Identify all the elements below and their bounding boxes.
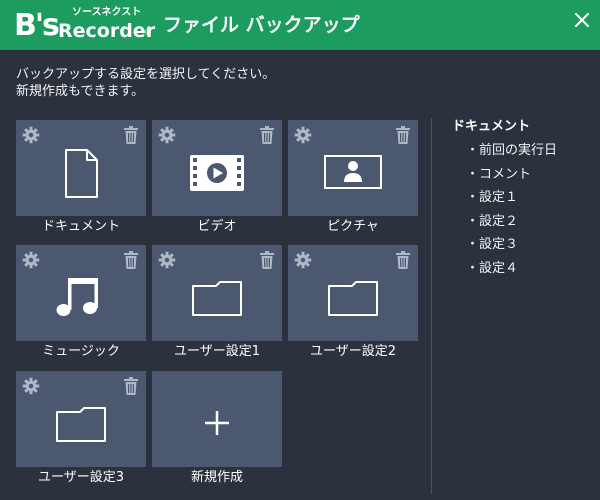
tile-user-setting-2: ユーザー設定2 — [288, 245, 420, 365]
app-logo: B's ソースネクスト Recorder ® — [14, 6, 156, 46]
detail-list: ・前回の実行日 ・コメント ・設定１ ・設定２ ・設定３ ・設定４ — [466, 142, 557, 284]
document-icon — [65, 149, 98, 198]
instructions-line-1: バックアップする設定を選択してください。 — [16, 67, 276, 82]
tile-picture: ピクチャ — [288, 120, 420, 240]
tile-music: ミュージック — [16, 245, 148, 365]
detail-item: ・設定３ — [466, 237, 519, 253]
detail-item: ・設定４ — [466, 260, 519, 276]
close-icon — [575, 13, 589, 27]
tile-music-button[interactable] — [16, 245, 146, 341]
tile-picture-button[interactable] — [288, 120, 418, 216]
tile-label: ドキュメント — [41, 219, 120, 234]
detail-item: ・コメント — [466, 166, 532, 182]
logo-product-name: Recorder — [58, 20, 156, 42]
tile-user-setting-3: ユーザー設定3 — [16, 371, 148, 491]
tile-user-setting-3-button[interactable] — [16, 371, 146, 467]
detail-item: ・設定１ — [466, 190, 519, 206]
tile-label: ユーザー設定2 — [309, 344, 396, 359]
logo-company: ソースネクスト — [72, 7, 142, 18]
tile-label: ビデオ — [197, 219, 237, 234]
folder-icon — [328, 281, 378, 316]
logo-registered-mark: ® — [144, 28, 152, 37]
new-setting-button[interactable] — [152, 371, 282, 467]
music-icon — [56, 278, 98, 316]
folder-icon — [56, 407, 106, 442]
tile-document: ドキュメント — [16, 120, 148, 240]
instructions-line-2: 新規作成もできます。 — [16, 84, 145, 99]
tile-video-button[interactable] — [152, 120, 282, 216]
picture-icon — [324, 155, 382, 189]
tile-user-setting-2-button[interactable] — [288, 245, 418, 341]
close-button[interactable] — [570, 8, 594, 32]
detail-item: ・設定２ — [466, 213, 519, 229]
instructions-text: バックアップする設定を選択してください。 新規作成もできます。 — [16, 66, 275, 100]
folder-icon — [192, 281, 242, 316]
tile-label: ピクチャ — [327, 219, 379, 234]
window-title: ファイル バックアップ — [163, 14, 360, 36]
plus-icon — [205, 411, 229, 435]
tile-user-setting-1: ユーザー設定1 — [152, 245, 284, 365]
video-icon — [190, 155, 244, 191]
detail-item: ・前回の実行日 — [466, 143, 558, 158]
title-bar: B's ソースネクスト Recorder ® ファイル バックアップ — [0, 0, 600, 50]
panel-divider — [431, 118, 432, 494]
detail-title: ドキュメント — [452, 119, 531, 134]
tile-user-setting-1-button[interactable] — [152, 245, 282, 341]
logo-mark: B's — [14, 8, 60, 43]
tile-label: 新規作成 — [190, 470, 243, 485]
tile-label: ミュージック — [42, 344, 120, 359]
tile-label: ユーザー設定3 — [37, 470, 124, 485]
tile-document-button[interactable] — [16, 120, 146, 216]
tile-new: 新規作成 — [152, 371, 284, 491]
tile-video: ビデオ — [152, 120, 284, 240]
tile-label: ユーザー設定1 — [173, 344, 260, 359]
